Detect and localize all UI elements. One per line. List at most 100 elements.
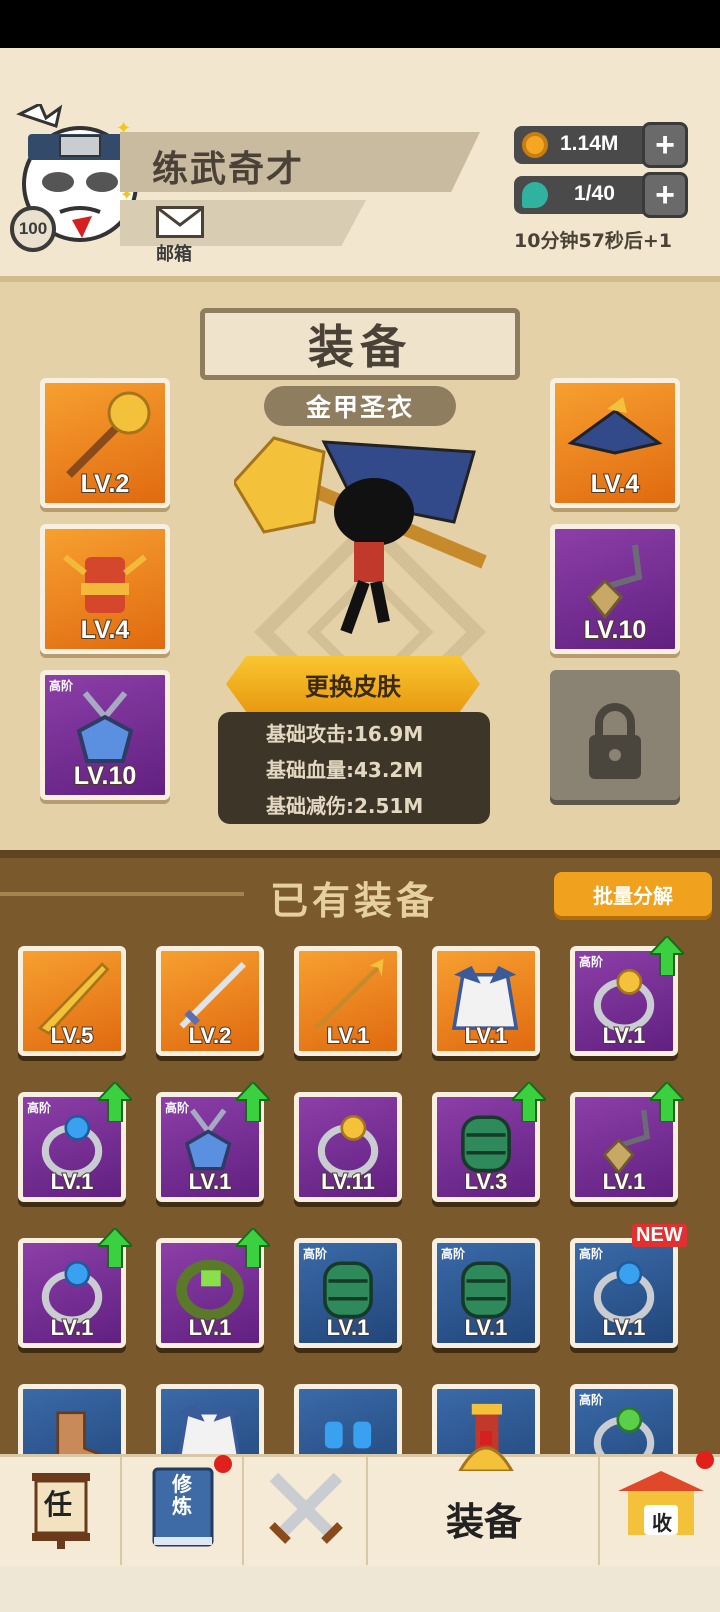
slot-level: LV.4 (590, 469, 641, 499)
inventory-item[interactable]: 高阶 LV.1 (294, 1238, 402, 1348)
inventory-item[interactable]: 高阶 LV.1 (432, 1238, 540, 1348)
new-badge: NEW (632, 1224, 687, 1247)
mace-icon (66, 391, 151, 478)
inventory-item[interactable]: 高阶 (570, 1384, 678, 1454)
slot-level: LV.4 (80, 615, 131, 645)
item-level: LV.2 (188, 1022, 233, 1049)
slot-level: LV.2 (80, 469, 131, 499)
nav-task[interactable]: 任 (0, 1457, 122, 1565)
gold-counter: 1.14M + (514, 122, 688, 168)
nav-equipment-label: 装备 (446, 1500, 523, 1544)
energy-counter: 1/40 + (514, 172, 688, 218)
status-bar (0, 0, 720, 48)
inventory-item[interactable]: 高阶 LV.1 (570, 1238, 678, 1348)
item-level: LV.1 (188, 1168, 233, 1195)
item-level: LV.1 (602, 1168, 647, 1195)
divider (0, 892, 244, 896)
slot-level: LV.10 (73, 761, 138, 791)
nav-collect[interactable]: 收 (600, 1451, 720, 1565)
inventory-item[interactable]: LV.5 (18, 946, 126, 1056)
hero-character-icon (234, 436, 487, 635)
item-level: LV.1 (188, 1314, 233, 1341)
equip-slot-hat[interactable]: LV.4 (550, 378, 680, 508)
energy-value: 1/40 (574, 182, 615, 205)
skin-name-badge: 金甲圣衣 (264, 386, 456, 426)
pendant-icon (76, 691, 134, 763)
stat-hp: 基础血量:43.2M (266, 758, 424, 782)
necklace-icon (586, 544, 643, 620)
upgrade-arrow-icon (512, 1082, 546, 1122)
equip-slot-pendant[interactable]: 高阶 LV.10 (40, 670, 170, 800)
batch-dismantle-label: 批量分解 (593, 883, 673, 908)
helmet-icon (458, 1431, 514, 1471)
equip-slot-locked[interactable] (550, 670, 680, 800)
coin-icon (522, 132, 548, 158)
item-level: LV.1 (464, 1314, 509, 1341)
upgrade-arrow-icon (650, 936, 684, 976)
add-gold-button[interactable]: + (642, 122, 688, 168)
equip-slot-armor[interactable]: LV.4 (40, 524, 170, 654)
stat-attack: 基础攻击:16.9M (266, 722, 424, 746)
equip-slot-necklace[interactable]: LV.10 (550, 524, 680, 654)
nav-collect-glyph: 收 (652, 1511, 672, 1535)
player-level-badge: 100 (10, 206, 56, 252)
equipment-title-board: 装备 (200, 308, 520, 380)
nav-train[interactable]: 修炼 (122, 1455, 244, 1565)
add-energy-button[interactable]: + (642, 172, 688, 218)
change-skin-label: 更换皮肤 (305, 672, 401, 701)
item-level: LV.1 (464, 1022, 509, 1049)
upgrade-arrow-icon (236, 1228, 270, 1268)
item-level: LV.5 (50, 1022, 95, 1049)
glove-icon (324, 1421, 372, 1449)
equipment-panel: 装备 金甲圣衣 LV.2 LV.4 高阶 LV.10 LV.4 LV.10 更换… (0, 276, 720, 850)
nav-equipment-active[interactable]: 装备 (368, 1431, 600, 1565)
upgrade-arrow-icon (650, 1082, 684, 1122)
energy-drop-icon (522, 182, 548, 208)
bottom-nav: 任 修炼 装备 收 (0, 1431, 720, 1566)
inventory-title: 已有装备 (270, 879, 439, 923)
equipment-title: 装备 (308, 320, 412, 374)
robe-icon (178, 1403, 241, 1454)
item-level: LV.3 (464, 1168, 509, 1195)
mail-button[interactable]: 邮箱 (156, 206, 206, 265)
notification-dot (696, 1451, 714, 1469)
notification-dot (214, 1455, 232, 1473)
system-nav-area (0, 1566, 720, 1612)
crossed-swords-icon (269, 1472, 343, 1544)
upgrade-arrow-icon (98, 1228, 132, 1268)
upgrade-arrow-icon (98, 1082, 132, 1122)
inventory-item[interactable]: LV.1 (294, 946, 402, 1056)
mail-label: 邮箱 (156, 244, 192, 265)
item-level: LV.1 (326, 1022, 371, 1049)
ring-green-icon (593, 1407, 655, 1454)
inventory-item[interactable]: LV.2 (156, 946, 264, 1056)
slot-level: LV.10 (583, 615, 648, 645)
skin-name: 金甲圣衣 (305, 393, 414, 422)
item-level: LV.1 (602, 1022, 647, 1049)
inventory-panel: 已有装备 批量分解 LV.5 LV.2 LV.1 LV.1 高阶 LV.1 高阶 LV.1 高阶… (0, 850, 720, 1454)
inventory-item[interactable] (294, 1384, 402, 1454)
item-level: LV.1 (50, 1314, 95, 1341)
boot-icon (56, 1411, 103, 1454)
inventory-item[interactable]: LV.1 (432, 946, 540, 1056)
nav-battle[interactable] (244, 1457, 368, 1565)
item-level: LV.11 (320, 1168, 376, 1195)
inventory-item[interactable]: LV.11 (294, 1092, 402, 1202)
envelope-icon (156, 206, 204, 238)
stat-damage-reduction: 基础减伤:2.51M (266, 794, 424, 818)
player-name: 练武奇才 (152, 149, 305, 190)
nav-task-glyph: 任 (44, 1488, 73, 1521)
inventory-item[interactable] (18, 1384, 126, 1454)
item-level: LV.1 (602, 1314, 647, 1341)
armor-icon (63, 554, 147, 613)
change-skin-button[interactable]: 更换皮肤 (226, 656, 480, 712)
equip-slot-weapon[interactable]: LV.2 (40, 378, 170, 508)
inventory-item[interactable] (156, 1384, 264, 1454)
item-level: LV.1 (326, 1314, 371, 1341)
base-stats-box: 基础攻击:16.9M 基础血量:43.2M 基础减伤:2.51M (218, 712, 490, 824)
energy-timer: 10分钟57秒后+1 (514, 230, 673, 252)
gold-value: 1.14M (560, 132, 619, 155)
batch-dismantle-button[interactable]: 批量分解 (554, 872, 712, 916)
item-level: LV.1 (50, 1168, 95, 1195)
hat-icon (567, 397, 663, 455)
